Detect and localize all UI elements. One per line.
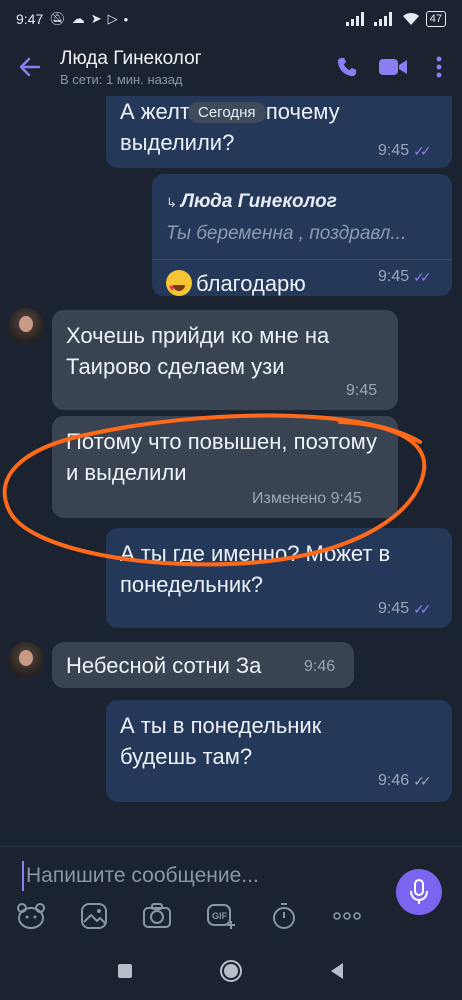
- date-separator: Сегодня: [188, 102, 266, 123]
- status-bar: 9:47 🔕︎ ☁︎ ➤ ▷ • 47: [0, 0, 462, 38]
- edited-label: Изменено: [252, 490, 327, 507]
- signal-icon: [345, 12, 364, 26]
- gif-button[interactable]: GIF: [204, 899, 238, 933]
- message-time: 9:45: [346, 382, 378, 399]
- contact-avatar[interactable]: [8, 642, 44, 678]
- microphone-icon: [410, 879, 428, 904]
- contact-name: Люда Гинеколог: [60, 47, 202, 69]
- message-meta: 9:45 ✓✓: [378, 268, 432, 286]
- contact-info[interactable]: Люда Гинеколог В сети: 1 мин. назад: [60, 48, 324, 87]
- gif-icon: GIF: [206, 904, 235, 929]
- cloud-icon: ☁︎: [71, 11, 85, 26]
- message-meta: Изменено 9:45: [252, 490, 362, 508]
- arrow-left-icon: [19, 57, 41, 77]
- video-camera-icon: [379, 59, 407, 75]
- gallery-button[interactable]: [77, 899, 111, 933]
- message-time: 9:45: [330, 490, 362, 507]
- message-text: благодарю: [196, 271, 306, 296]
- back-nav-button[interactable]: [329, 962, 345, 980]
- more-options-button[interactable]: [330, 899, 364, 933]
- video-call-button[interactable]: [370, 38, 416, 96]
- sticker-button[interactable]: [14, 899, 48, 933]
- system-navigation-bar: [0, 942, 462, 1000]
- send-icon: ➤: [90, 11, 102, 26]
- signal-icon-2: [373, 12, 392, 26]
- reply-author: Люда Гинеколог: [180, 191, 337, 212]
- reply-arrow-icon: ↳: [166, 195, 177, 210]
- battery-icon: 47: [425, 11, 446, 27]
- message-text: Хочешь прийди ко мне на Таирово сделаем …: [66, 323, 330, 379]
- message-time: 9:45: [378, 600, 410, 617]
- contact-avatar[interactable]: [8, 308, 44, 344]
- wifi-icon: [402, 12, 419, 25]
- call-button[interactable]: [324, 38, 370, 96]
- bear-sticker-icon: [17, 903, 45, 929]
- reply-text: Ты беременна , поздравл...: [166, 223, 407, 244]
- heart-eyes-emoji-icon: [166, 270, 192, 304]
- contact-status: В сети: 1 мин. назад: [60, 71, 183, 87]
- voice-message-button[interactable]: [396, 869, 442, 915]
- play-store-icon: ▷: [107, 11, 118, 26]
- dot-icon: •: [123, 11, 129, 27]
- mute-icon: 🔕︎: [49, 11, 66, 26]
- message-time: 9:46: [304, 658, 336, 675]
- back-button[interactable]: [0, 38, 60, 96]
- more-horizontal-icon: [333, 912, 361, 920]
- message-time: 9:45: [378, 268, 410, 285]
- message-meta: 9:46: [304, 658, 335, 676]
- camera-icon: [143, 903, 172, 928]
- double-check-icon: ✓✓: [413, 268, 432, 285]
- double-check-icon: ✓✓: [413, 142, 432, 159]
- timer-button[interactable]: [267, 899, 301, 933]
- message-text: Небесной сотни За: [66, 653, 262, 678]
- message-meta: 9:45 ✓✓: [378, 142, 432, 160]
- quoted-reply[interactable]: ↳ Люда Гинеколог Ты беременна , поздравл.…: [166, 184, 438, 249]
- message-composer: Напишите сообщение... GIF: [0, 846, 462, 942]
- message-time: 9:45: [378, 142, 410, 159]
- message-input[interactable]: Напишите сообщение...: [22, 861, 382, 891]
- gallery-icon: [81, 903, 108, 929]
- message-text: А ты где именно? Может в понедельник?: [120, 541, 391, 597]
- message-meta: 9:45: [346, 382, 377, 400]
- message-list[interactable]: А желтым это почему выделили? 9:45 ✓✓ Се…: [0, 96, 462, 846]
- message-meta: 9:45 ✓✓: [378, 600, 432, 618]
- message-text: Потому что повышен, поэтому и выделили: [66, 429, 377, 485]
- composer-toolbar: GIF: [14, 899, 364, 933]
- camera-button[interactable]: [140, 899, 174, 933]
- more-menu-button[interactable]: [416, 38, 462, 96]
- timer-icon: [272, 903, 295, 929]
- double-check-icon: ✓✓: [413, 600, 432, 617]
- status-time: 9:47: [16, 11, 44, 27]
- home-button[interactable]: [219, 959, 243, 983]
- message-meta: 9:46 ✓✓: [378, 772, 432, 790]
- svg-text:GIF: GIF: [212, 911, 228, 921]
- message-time: 9:46: [378, 772, 410, 789]
- chat-header: Люда Гинеколог В сети: 1 мин. назад: [0, 38, 462, 96]
- reply-divider: [152, 259, 452, 260]
- phone-icon: [337, 57, 357, 77]
- double-check-icon: ✓✓: [413, 772, 432, 789]
- more-vertical-icon: [436, 56, 442, 78]
- message-text: А ты в понедельник будешь там?: [120, 713, 322, 769]
- recents-button[interactable]: [117, 963, 133, 979]
